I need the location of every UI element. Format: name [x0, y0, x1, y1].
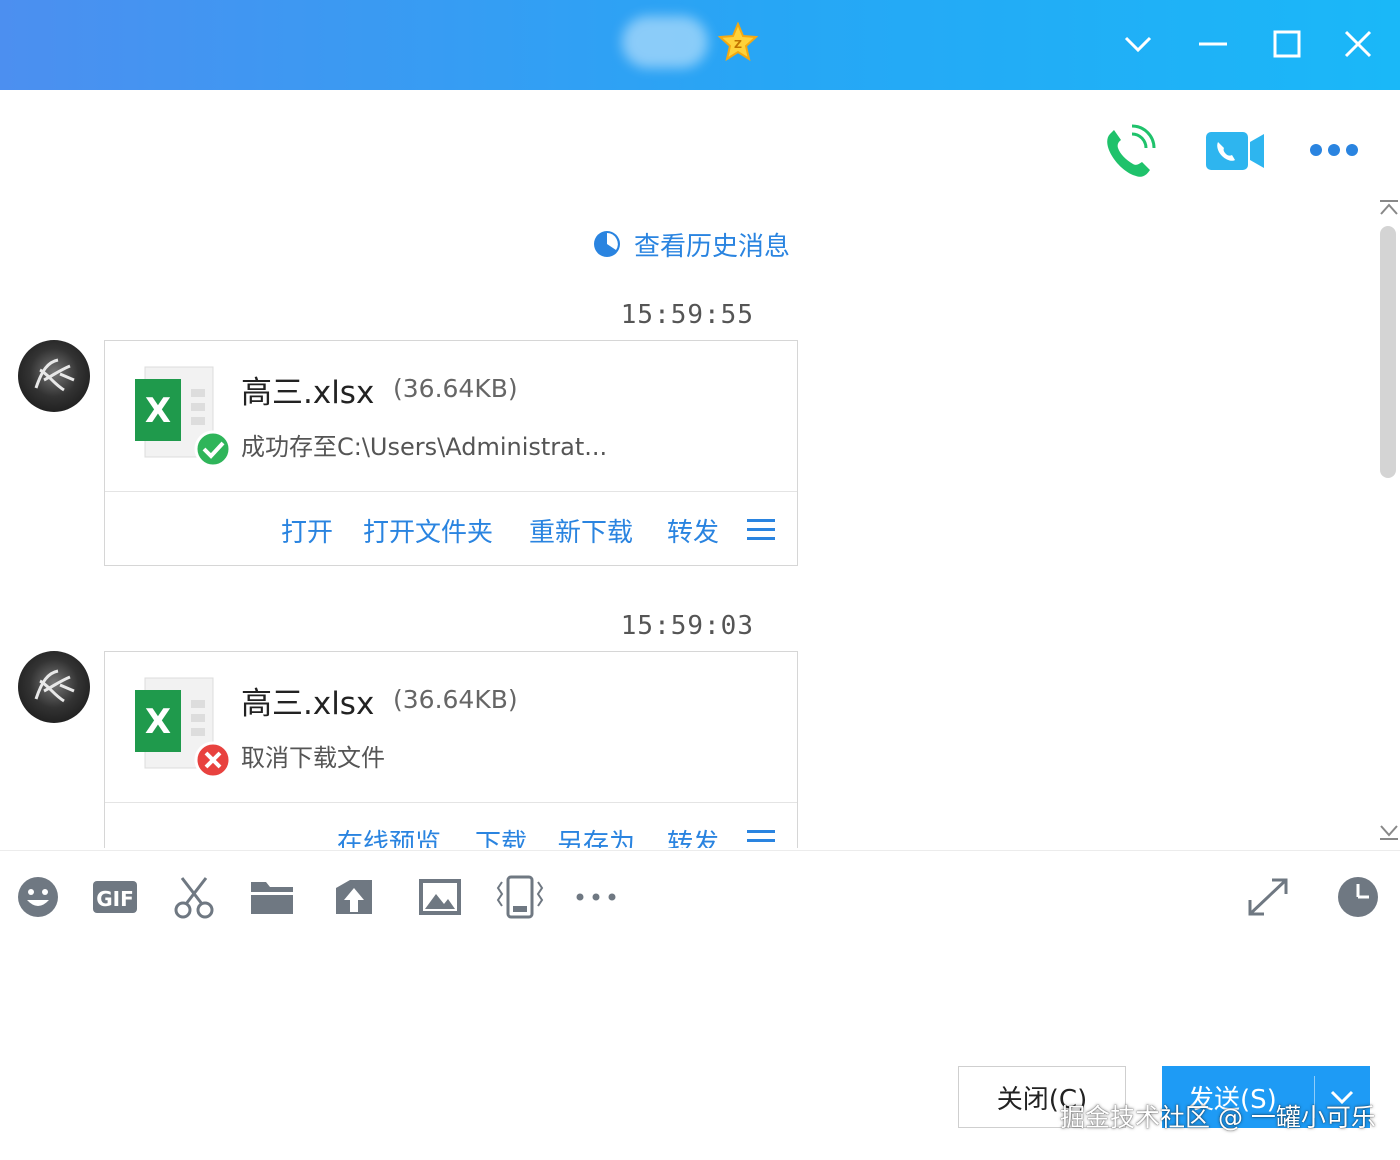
minimize-button[interactable] — [1193, 24, 1233, 64]
preview-online-link[interactable]: 在线预览 — [337, 823, 441, 848]
expand-button[interactable] — [1244, 874, 1292, 920]
screenshot-scissors-icon — [174, 877, 214, 919]
svg-text:Z: Z — [734, 38, 742, 51]
image-button[interactable] — [416, 874, 464, 920]
redownload-link[interactable]: 重新下载 — [529, 512, 633, 549]
file-info: X 高三.xlsx (36.64KB) 成功存至C:\Users\Adminis… — [105, 341, 797, 492]
gif-button[interactable]: GIF — [91, 874, 139, 920]
history-clock-icon — [1338, 877, 1378, 917]
maximize-button[interactable] — [1267, 24, 1307, 64]
svg-text:X: X — [145, 391, 171, 431]
open-file-link[interactable]: 打开 — [281, 512, 333, 549]
file-status: 成功存至C:\Users\Administrat... — [241, 433, 608, 461]
message-history-button[interactable] — [1334, 874, 1382, 920]
more-icon — [576, 893, 616, 901]
vip-star-icon: Z — [718, 22, 758, 62]
send-file-button[interactable] — [330, 874, 378, 920]
file-info: X 高三.xlsx (36.64KB) 取消下载文件 — [105, 652, 797, 803]
svg-text:X: X — [145, 702, 171, 742]
gif-icon: GIF — [93, 881, 137, 913]
file-message-card: X 高三.xlsx (36.64KB) 成功存至C:\Users\Adminis… — [104, 340, 798, 566]
file-message-card: X 高三.xlsx (36.64KB) 取消下载文件 在线预览 下载 另存为 转… — [104, 651, 798, 848]
divider — [0, 850, 1400, 851]
title-bar: Z — [0, 0, 1400, 90]
chevron-down-icon — [1124, 36, 1152, 53]
file-actions: 在线预览 下载 另存为 转发 — [105, 803, 797, 848]
send-file-icon — [336, 880, 372, 914]
chat-message-area: 查看历史消息 15:59:55 X 高三.xlsx (36.64KB) 成功存至… — [0, 90, 1400, 848]
menu-icon[interactable] — [745, 827, 777, 848]
save-as-link[interactable]: 另存为 — [557, 823, 635, 848]
forward-link[interactable]: 转发 — [667, 512, 719, 549]
avatar-art-icon — [34, 358, 75, 392]
image-icon — [419, 879, 461, 915]
file-name[interactable]: 高三.xlsx — [241, 678, 374, 723]
emoji-icon — [18, 877, 58, 917]
check-circle-icon — [194, 430, 232, 468]
avatar[interactable] — [18, 651, 90, 723]
avatar[interactable] — [18, 340, 90, 412]
folder-button[interactable] — [248, 874, 296, 920]
maximize-icon — [1273, 30, 1301, 58]
shake-icon — [496, 875, 544, 919]
screenshot-button[interactable] — [170, 874, 218, 920]
close-window-button[interactable] — [1338, 24, 1378, 64]
clock-icon — [594, 231, 620, 257]
forward-link[interactable]: 转发 — [667, 823, 719, 848]
error-circle-icon — [194, 741, 232, 779]
download-link[interactable]: 下载 — [475, 823, 527, 848]
view-history-label: 查看历史消息 — [634, 231, 791, 262]
dropdown-button[interactable] — [1118, 24, 1158, 64]
expand-icon — [1248, 878, 1288, 916]
folder-icon — [251, 882, 293, 914]
shake-button[interactable] — [496, 874, 544, 920]
minimize-icon — [1199, 42, 1227, 46]
more-tools-button[interactable] — [572, 874, 620, 920]
close-icon — [1344, 30, 1372, 58]
menu-icon[interactable] — [745, 516, 777, 544]
message-input[interactable] — [0, 940, 1400, 1050]
message-timestamp: 15:59:55 — [620, 300, 754, 330]
watermark: 掘金技术社区 @ 一罐小可乐 — [1060, 1103, 1376, 1132]
view-history-link[interactable]: 查看历史消息 — [592, 224, 790, 264]
avatar-art-icon — [34, 669, 75, 703]
file-actions: 打开 打开文件夹 重新下载 转发 — [105, 492, 797, 565]
message-timestamp: 15:59:03 — [620, 611, 754, 641]
file-size: (36.64KB) — [393, 374, 518, 403]
open-folder-link[interactable]: 打开文件夹 — [363, 512, 493, 549]
file-status: 取消下载文件 — [241, 744, 385, 772]
emoji-button[interactable] — [14, 874, 62, 920]
contact-name-blurred — [622, 16, 708, 68]
svg-text:GIF: GIF — [96, 887, 134, 911]
file-size: (36.64KB) — [393, 685, 518, 714]
file-name[interactable]: 高三.xlsx — [241, 367, 374, 412]
